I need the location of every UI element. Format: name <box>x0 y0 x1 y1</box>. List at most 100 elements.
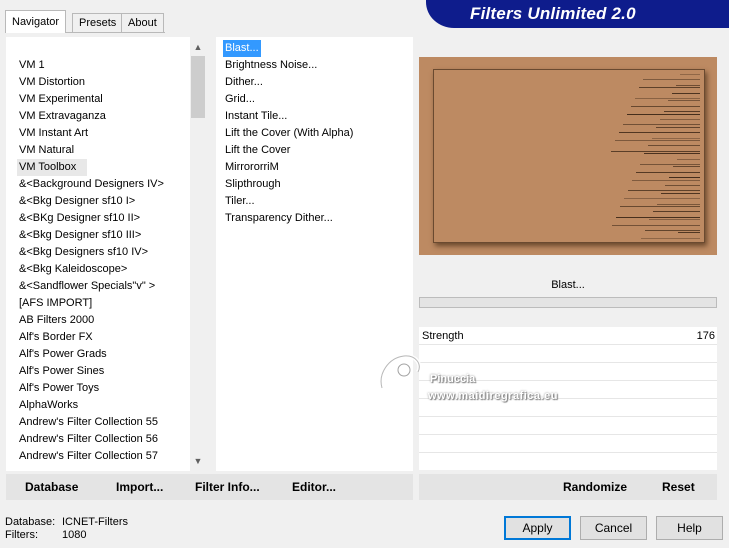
param-row-empty <box>419 435 717 453</box>
category-item[interactable]: VM 1 <box>17 57 187 74</box>
category-item[interactable]: &<Sandflower Specials"v" > <box>17 278 187 295</box>
category-list[interactable]: VM 1 VM Distortion VM Experimental VM Extra… <box>6 37 206 471</box>
blast-streak <box>627 113 700 115</box>
blast-streak <box>611 150 700 152</box>
blast-streak <box>652 137 700 139</box>
param-value: 176 <box>696 330 715 342</box>
category-item[interactable]: &<Bkg Designer sf10 I> <box>17 193 187 210</box>
blast-streak <box>628 190 700 192</box>
preview-image <box>419 57 717 255</box>
category-item[interactable]: Alf's Power Sines <box>17 363 187 380</box>
filter-item[interactable]: Lift the Cover (With Alpha) <box>223 125 353 142</box>
blast-streak <box>680 74 700 75</box>
category-item[interactable]: Alf's Power Toys <box>17 380 187 397</box>
blast-streak <box>644 153 700 155</box>
blast-streak <box>648 145 700 147</box>
blast-streak <box>668 100 700 102</box>
blast-streak <box>612 224 700 226</box>
watermark-logo-icon <box>379 353 422 389</box>
category-item[interactable]: AB Filters 2000 <box>17 312 187 329</box>
blast-streak <box>673 166 700 168</box>
blast-streak <box>657 203 700 205</box>
tab-about[interactable]: About <box>121 13 164 33</box>
blast-streak <box>660 119 700 120</box>
filter-item[interactable]: Instant Tile... <box>223 108 353 125</box>
apply-button[interactable]: Apply <box>504 516 571 540</box>
blast-streak <box>656 126 700 128</box>
param-row-empty <box>419 417 717 435</box>
right-button-bar: Randomize Reset <box>419 474 717 500</box>
filter-info-button[interactable]: Filter Info... <box>195 480 260 494</box>
param-row-empty <box>419 345 717 363</box>
progress-bar <box>419 297 717 308</box>
filter-item[interactable]: Tiler... <box>223 193 353 210</box>
status-filters-value: 1080 <box>62 529 87 541</box>
category-item[interactable]: &<Bkg Kaleidoscope> <box>17 261 187 278</box>
tab-presets[interactable]: Presets <box>72 13 124 33</box>
param-row-strength[interactable]: Strength 176 <box>419 327 717 345</box>
category-item[interactable]: &<BKg Designer sf10 II> <box>17 210 187 227</box>
blast-streak <box>649 219 700 221</box>
randomize-button[interactable]: Randomize <box>563 480 627 494</box>
category-item[interactable]: [AFS IMPORT] <box>17 295 187 312</box>
blast-streak <box>640 164 700 165</box>
blast-streak <box>620 206 700 207</box>
filter-item[interactable]: Slipthrough <box>223 176 353 193</box>
category-item[interactable]: VM Extravaganza <box>17 108 187 125</box>
blast-streak <box>676 84 700 86</box>
scroll-thumb[interactable] <box>191 56 205 118</box>
category-item[interactable]: VM Instant Art <box>17 125 187 142</box>
category-item[interactable]: AlphaWorks <box>17 397 187 414</box>
filter-item[interactable]: MirrororriM <box>223 159 353 176</box>
reset-button[interactable]: Reset <box>662 480 695 494</box>
filter-item[interactable]: Lift the Cover <box>223 142 353 159</box>
category-item[interactable]: Andrew's Filter Collection 55 <box>17 414 187 431</box>
blast-streak <box>664 111 700 113</box>
scroll-down-icon[interactable]: ▼ <box>190 453 206 469</box>
import-button[interactable]: Import... <box>116 480 163 494</box>
watermark-line2: www.maidiregrafica.eu <box>428 390 558 402</box>
blast-streak <box>635 98 700 99</box>
category-item[interactable]: &<Bkg Designer sf10 III> <box>17 227 187 244</box>
editor-button[interactable]: Editor... <box>292 480 336 494</box>
category-item[interactable]: VM Toolbox <box>17 159 87 176</box>
category-scrollbar[interactable]: ▲ ▼ <box>190 37 206 471</box>
category-item[interactable]: Alf's Border FX <box>17 329 187 346</box>
filter-list[interactable]: Blast... Brightness Noise... Dither... Grid… <box>216 37 413 471</box>
blast-streak <box>641 237 700 239</box>
category-item[interactable]: Andrew's Filter Collection 57 <box>17 448 187 465</box>
help-button[interactable]: Help <box>656 516 723 540</box>
blast-streak <box>616 216 700 218</box>
blast-streak <box>624 198 700 200</box>
filter-item[interactable]: Brightness Noise... <box>223 57 353 74</box>
blast-streak <box>677 158 700 160</box>
filter-title: Blast... <box>419 272 717 298</box>
category-item[interactable]: VM Distortion <box>17 74 187 91</box>
filter-item[interactable]: Dither... <box>223 74 353 91</box>
category-item[interactable]: Andrew's Filter Collection 56 <box>17 431 187 448</box>
tab-navigator[interactable]: Navigator <box>5 10 67 33</box>
category-item[interactable]: Alf's Power Grads <box>17 346 187 363</box>
preview-content <box>433 69 705 243</box>
status-database-value: ICNET-Filters <box>62 516 128 528</box>
category-item[interactable]: VM Natural <box>17 142 187 159</box>
cancel-button[interactable]: Cancel <box>580 516 647 540</box>
param-row-empty <box>419 453 717 471</box>
category-item[interactable]: VM Experimental <box>17 91 187 108</box>
blast-streak <box>636 171 700 173</box>
blast-streak <box>632 179 700 181</box>
filter-item[interactable]: Transparency Dither... <box>223 210 353 227</box>
blast-streak <box>661 192 700 194</box>
blast-streak <box>653 211 700 213</box>
param-name: Strength <box>422 330 464 342</box>
category-item[interactable]: &<Bkg Designers sf10 IV> <box>17 244 187 261</box>
scroll-up-icon[interactable]: ▲ <box>190 39 206 55</box>
filter-item[interactable]: Grid... <box>223 91 353 108</box>
filter-item[interactable]: Blast... <box>223 40 261 57</box>
blast-streak <box>615 140 700 141</box>
blast-streak <box>631 105 700 107</box>
app-title: Filters Unlimited 2.0 <box>470 4 636 23</box>
status-filters-label: Filters: <box>5 529 38 541</box>
category-item[interactable]: &<Background Designers IV> <box>17 176 187 193</box>
database-button[interactable]: Database <box>25 480 78 494</box>
